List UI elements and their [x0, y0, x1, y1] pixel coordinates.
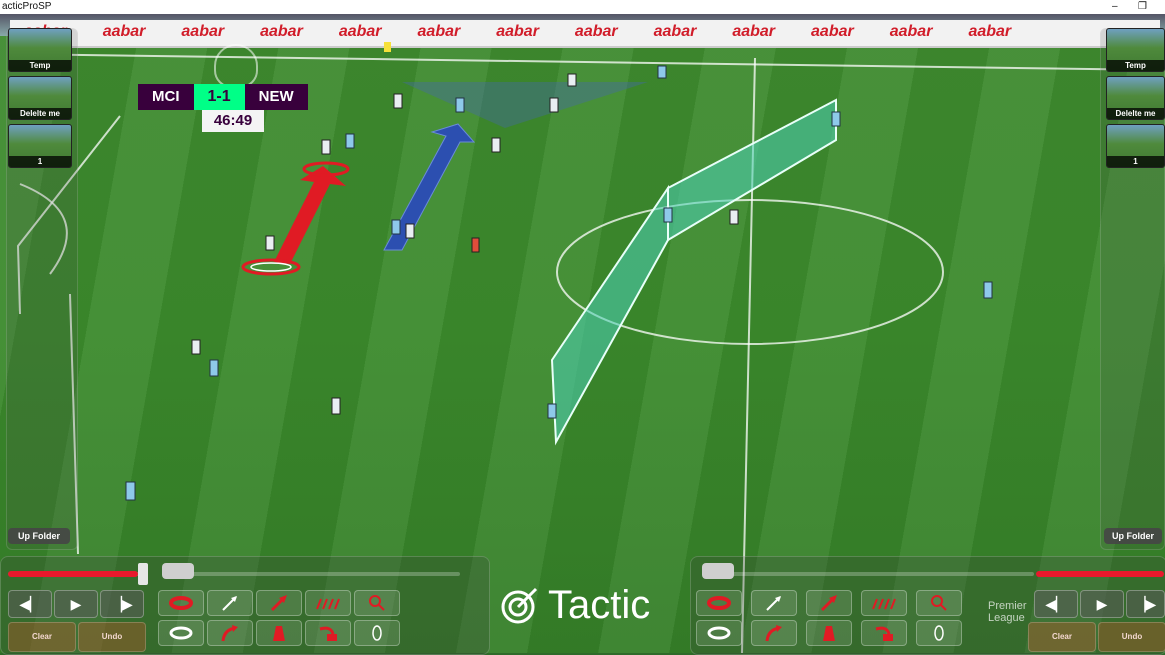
- tool-circle-marker-right[interactable]: [696, 590, 742, 616]
- restore-button[interactable]: ❐: [1138, 0, 1147, 14]
- dotted-run-icon: [872, 598, 896, 610]
- clip-label: Temp: [9, 60, 71, 71]
- tool-dotted-run-right[interactable]: [861, 590, 907, 616]
- play-icon: ▶: [70, 595, 82, 612]
- tactic-logo: Tactic: [498, 580, 650, 630]
- goalkeeper: [384, 42, 391, 52]
- left-scrub-track[interactable]: [162, 572, 460, 576]
- pointer-arrow-icon: [319, 626, 337, 641]
- undo-button-left[interactable]: Undo: [78, 622, 146, 652]
- up-folder-button-right[interactable]: Up Folder: [1104, 528, 1162, 544]
- red-arrow-icon: [270, 595, 287, 612]
- tool-ellipse[interactable]: [354, 620, 400, 646]
- tool-line-arrow[interactable]: [207, 590, 253, 616]
- tool-line-arrow-right[interactable]: [751, 590, 797, 616]
- line-arrow-icon: [766, 596, 781, 611]
- tool-dotted-run[interactable]: [305, 590, 351, 616]
- tool-pointer-arrow[interactable]: [305, 620, 351, 646]
- away-team: NEW: [244, 84, 308, 110]
- score: 1-1: [193, 84, 245, 110]
- window-title: acticProSP: [2, 1, 52, 12]
- clip-label: 1: [1107, 156, 1164, 167]
- pass-lane-triangle: [402, 82, 648, 128]
- match-clock: 46:49: [202, 110, 264, 132]
- brand-name: Tactic: [548, 582, 651, 627]
- left-clip-list: Temp Delelte me 1: [8, 28, 72, 172]
- minimize-button[interactable]: –: [1112, 0, 1118, 14]
- prev-frame-icon: ◀▏: [1045, 595, 1067, 612]
- curved-arrow-icon: [765, 625, 782, 642]
- prev-frame-button-right[interactable]: ◀▏: [1034, 590, 1078, 618]
- zoom-icon: [931, 595, 947, 611]
- right-clip-list: Temp Delelte me 1: [1106, 28, 1165, 172]
- clip-thumb[interactable]: Delelte me: [8, 76, 72, 120]
- clip-label: 1: [9, 156, 71, 167]
- home-team: MCI: [138, 84, 194, 110]
- next-frame-icon: ▕▶: [1134, 595, 1157, 612]
- red-run-arrow: [241, 161, 350, 276]
- play-button[interactable]: ▶: [54, 590, 98, 618]
- window-titlebar: acticProSP – ❐: [0, 0, 1165, 14]
- tool-red-arrow-right[interactable]: [806, 590, 852, 616]
- zoom-icon: [369, 595, 385, 611]
- scoreboard: MCI 1-1 NEW: [138, 84, 308, 110]
- line-arrow-icon: [222, 596, 237, 611]
- tool-rotate-marker-right[interactable]: [696, 620, 742, 646]
- pointer-arrow-icon: [875, 626, 893, 641]
- tool-rotate-marker[interactable]: [158, 620, 204, 646]
- next-frame-button[interactable]: ▕▶: [100, 590, 144, 618]
- clear-button-left[interactable]: Clear: [8, 622, 76, 652]
- clear-button-right[interactable]: Clear: [1028, 622, 1096, 652]
- clip-label: Delelte me: [1107, 108, 1164, 119]
- tool-cone[interactable]: [256, 620, 302, 646]
- ellipse-icon: [372, 625, 382, 641]
- tool-cone-right[interactable]: [806, 620, 852, 646]
- left-timeline-handle[interactable]: [138, 563, 148, 585]
- prev-frame-button[interactable]: ◀▏: [8, 590, 52, 618]
- referee: [471, 237, 480, 253]
- rotate-marker-icon: [169, 626, 193, 640]
- red-arrow-icon: [820, 595, 837, 612]
- target-icon: [501, 587, 538, 624]
- right-scrub-handle[interactable]: [702, 563, 734, 579]
- circle-marker-icon: [169, 596, 193, 610]
- ellipse-icon: [934, 625, 944, 641]
- defensive-wall: [550, 98, 837, 446]
- tool-pointer-arrow-right[interactable]: [861, 620, 907, 646]
- clip-thumb[interactable]: Temp: [8, 28, 72, 72]
- tool-circle-marker[interactable]: [158, 590, 204, 616]
- curved-arrow-icon: [221, 625, 238, 642]
- tool-curved-arrow-right[interactable]: [751, 620, 797, 646]
- clip-thumb[interactable]: 1: [1106, 124, 1165, 168]
- tool-red-arrow[interactable]: [256, 590, 302, 616]
- cone-icon: [823, 626, 835, 641]
- next-frame-icon: ▕▶: [111, 595, 133, 612]
- clip-label: Delelte me: [9, 108, 71, 119]
- tool-ellipse-right[interactable]: [916, 620, 962, 646]
- right-timeline-progress: [1036, 571, 1164, 577]
- premier-league-logo: [214, 44, 258, 88]
- right-scrub-track[interactable]: [704, 572, 1034, 576]
- dotted-run-icon: [316, 598, 340, 610]
- clip-thumb[interactable]: Temp: [1106, 28, 1165, 72]
- touch-line: [9, 53, 1161, 71]
- cone-icon: [273, 626, 285, 641]
- premier-league-watermark: Premier League: [988, 600, 1027, 624]
- clip-thumb[interactable]: 1: [8, 124, 72, 168]
- circle-marker-icon: [707, 596, 731, 610]
- undo-button-right[interactable]: Undo: [1098, 622, 1165, 652]
- next-frame-button-right[interactable]: ▕▶: [1126, 590, 1165, 618]
- up-folder-button-left[interactable]: Up Folder: [8, 528, 70, 544]
- tool-zoom[interactable]: [354, 590, 400, 616]
- left-timeline-progress: [8, 571, 138, 577]
- left-scrub-handle[interactable]: [162, 563, 194, 579]
- play-icon: ▶: [1096, 595, 1108, 612]
- clip-thumb[interactable]: Delelte me: [1106, 76, 1165, 120]
- rotate-marker-icon: [707, 626, 731, 640]
- tool-zoom-right[interactable]: [916, 590, 962, 616]
- clip-label: Temp: [1107, 60, 1164, 71]
- prev-frame-icon: ◀▏: [19, 595, 41, 612]
- tool-curved-arrow[interactable]: [207, 620, 253, 646]
- play-button-right[interactable]: ▶: [1080, 590, 1124, 618]
